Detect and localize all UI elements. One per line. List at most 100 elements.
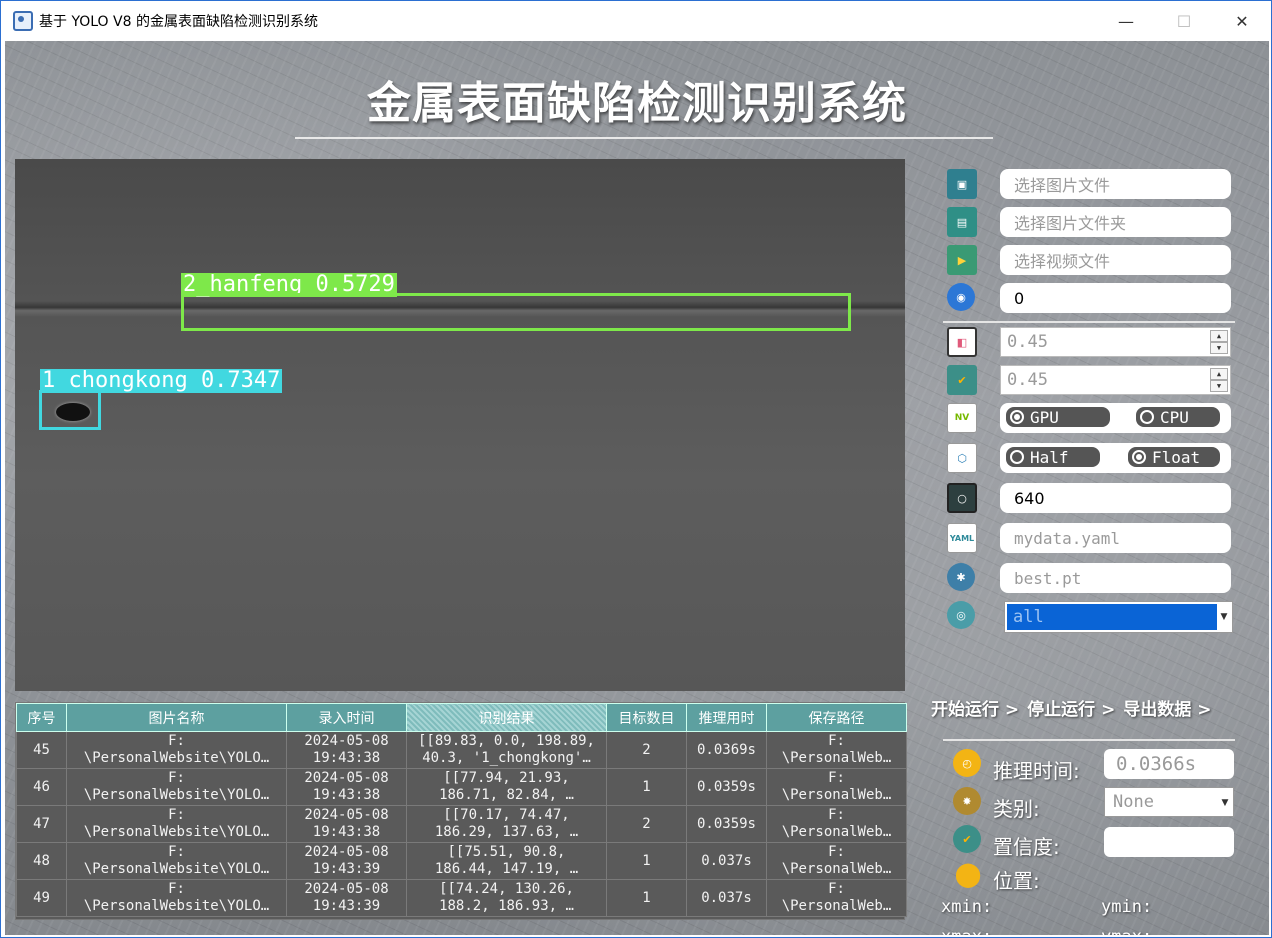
cell-index[interactable]: 46 [16, 768, 67, 806]
cell-path[interactable]: F: \PersonalWeb… [766, 842, 907, 880]
cell-index[interactable]: 47 [16, 805, 67, 843]
table-row[interactable]: 49 F: \PersonalWebsite\YOLO… 2024-05-08 19:4… [16, 879, 907, 917]
cpu-radio[interactable]: CPU [1136, 407, 1220, 427]
class-select[interactable]: None ▼ [1104, 787, 1234, 817]
app-window: 基于 YOLO V8 的金属表面缺陷检测识别系统 — ☐ ✕ 金属表面缺陷检测识… [0, 0, 1272, 938]
cell-duration[interactable]: 0.0359s [686, 805, 767, 843]
table-row[interactable]: 46 F: \PersonalWebsite\YOLO… 2024-05-08 19:4… [16, 768, 907, 806]
cell-result-text: [[70.17, 74.47, [443, 807, 570, 823]
cell-duration[interactable]: 0.037s [686, 842, 767, 880]
cell-path-text: \PersonalWeb… [781, 824, 892, 840]
maximize-button[interactable]: ☐ [1155, 1, 1213, 41]
cell-result[interactable]: [[74.24, 130.26, 188.2, 186.93, … [406, 879, 607, 917]
cell-result[interactable]: [[70.17, 74.47, 186.29, 137.63, … [406, 805, 607, 843]
conf-stepper[interactable]: ▲ ▼ [1210, 368, 1228, 392]
cell-name[interactable]: F: \PersonalWebsite\YOLO… [66, 842, 287, 880]
cell-time[interactable]: 2024-05-08 19:43:38 [286, 805, 407, 843]
infer-time-label: 推理时间: [993, 759, 1080, 783]
cell-duration-text: 0.037s [701, 852, 752, 869]
col-header-index[interactable]: 序号 [16, 703, 67, 732]
export-button[interactable]: 导出数据 > [1123, 695, 1211, 720]
weights-icon: ✱ [947, 563, 981, 595]
cell-result[interactable]: [[75.51, 90.8, 186.44, 147.19, … [406, 842, 607, 880]
cell-name-text: F: [168, 881, 185, 897]
col-header-duration[interactable]: 推理用时 [686, 703, 767, 732]
cell-name[interactable]: F: \PersonalWebsite\YOLO… [66, 731, 287, 769]
col-header-name[interactable]: 图片名称 [66, 703, 287, 732]
cell-duration-text: 0.0359s [696, 815, 756, 832]
action-bar: 开始运行 > 停止运行 > 导出数据 > [931, 695, 1212, 720]
cell-index[interactable]: 48 [16, 842, 67, 880]
cell-count[interactable]: 2 [606, 731, 687, 769]
select-folder-input[interactable]: 选择图片文件夹 [1000, 207, 1231, 237]
cell-name[interactable]: F: \PersonalWebsite\YOLO… [66, 805, 287, 843]
cell-path[interactable]: F: \PersonalWeb… [766, 768, 907, 806]
cell-count[interactable]: 1 [606, 879, 687, 917]
cell-result-text: 40.3, '1_chongkong'… [422, 750, 591, 766]
cell-name[interactable]: F: \PersonalWebsite\YOLO… [66, 879, 287, 917]
cell-result[interactable]: [[77.94, 21.93, 186.71, 82.84, … [406, 768, 607, 806]
close-button[interactable]: ✕ [1213, 1, 1271, 41]
cell-result[interactable]: [[89.83, 0.0, 198.89, 40.3, '1_chongkong'… [406, 731, 607, 769]
results-table[interactable]: 序号 图片名称 录入时间 识别结果 目标数目 推理用时 保存路径 45 F: \Pe… [15, 702, 907, 920]
cell-time-text: 19:43:39 [312, 861, 381, 877]
device-toggle: GPU CPU [1000, 403, 1231, 433]
col-header-result[interactable]: 识别结果 [406, 703, 607, 732]
folder-icon: ▤ [947, 207, 981, 239]
chevron-down-icon[interactable]: ▼ [1218, 606, 1230, 628]
conf-spinbox[interactable]: 0.45 ▲ ▼ [1000, 365, 1231, 395]
cell-time[interactable]: 2024-05-08 19:43:38 [286, 731, 407, 769]
cell-count-text: 2 [642, 741, 651, 758]
nvidia-icon: NV [947, 403, 981, 435]
cell-name-text: F: [168, 807, 185, 823]
cell-count[interactable]: 2 [606, 805, 687, 843]
cell-path[interactable]: F: \PersonalWeb… [766, 879, 907, 917]
select-image-input[interactable]: 选择图片文件 [1000, 169, 1231, 199]
confidence-icon: ✔ [947, 365, 981, 397]
ymax-label: ymax: [1101, 927, 1152, 935]
half-radio[interactable]: Half [1006, 447, 1100, 467]
cell-count[interactable]: 1 [606, 842, 687, 880]
cell-duration[interactable]: 0.0369s [686, 731, 767, 769]
cell-duration[interactable]: 0.037s [686, 879, 767, 917]
camera-input[interactable]: 0 [1000, 283, 1231, 313]
col-header-count[interactable]: 目标数目 [606, 703, 687, 732]
cell-duration[interactable]: 0.0359s [686, 768, 767, 806]
cell-path-text: F: [828, 733, 845, 749]
cell-count[interactable]: 1 [606, 768, 687, 806]
class-filter-select[interactable]: all ▼ [1004, 601, 1233, 633]
ymin-label: ymin: [1101, 897, 1153, 917]
cell-path-text: F: [828, 807, 845, 823]
weights-input[interactable]: best.pt [1000, 563, 1231, 593]
cell-index[interactable]: 45 [16, 731, 67, 769]
iou-spinbox[interactable]: 0.45 ▲ ▼ [1000, 327, 1231, 357]
select-video-input[interactable]: 选择视频文件 [1000, 245, 1231, 275]
gpu-radio[interactable]: GPU [1006, 407, 1110, 427]
cell-count-text: 1 [642, 889, 651, 906]
yaml-input[interactable]: mydata.yaml [1000, 523, 1231, 553]
table-row[interactable]: 45 F: \PersonalWebsite\YOLO… 2024-05-08 19:4… [16, 731, 907, 769]
table-row[interactable]: 47 F: \PersonalWebsite\YOLO… 2024-05-08 19:4… [16, 805, 907, 843]
cell-time[interactable]: 2024-05-08 19:43:39 [286, 879, 407, 917]
cell-path[interactable]: F: \PersonalWeb… [766, 805, 907, 843]
table-row[interactable]: 48 F: \PersonalWebsite\YOLO… 2024-05-08 19:4… [16, 842, 907, 880]
cell-time[interactable]: 2024-05-08 19:43:39 [286, 842, 407, 880]
cell-name[interactable]: F: \PersonalWebsite\YOLO… [66, 768, 287, 806]
start-button[interactable]: 开始运行 > [931, 695, 1019, 720]
col-header-time[interactable]: 录入时间 [286, 703, 407, 732]
minimize-button[interactable]: — [1097, 1, 1155, 41]
imgsz-input[interactable]: 640 [1000, 483, 1231, 513]
iou-stepper[interactable]: ▲ ▼ [1210, 330, 1228, 354]
cell-index[interactable]: 49 [16, 879, 67, 917]
cell-name-text: \PersonalWebsite\YOLO… [83, 898, 270, 914]
video-icon: ▶ [947, 245, 981, 277]
cell-time[interactable]: 2024-05-08 19:43:38 [286, 768, 407, 806]
cell-index-text: 47 [33, 815, 50, 832]
float-radio[interactable]: Float [1128, 447, 1220, 467]
stop-button[interactable]: 停止运行 > [1027, 695, 1115, 720]
class-select-value: None [1113, 792, 1154, 812]
col-header-path[interactable]: 保存路径 [766, 703, 907, 732]
cell-path[interactable]: F: \PersonalWeb… [766, 731, 907, 769]
chevron-down-icon[interactable]: ▼ [1219, 792, 1231, 814]
cell-result-text: 188.2, 186.93, … [439, 898, 574, 914]
